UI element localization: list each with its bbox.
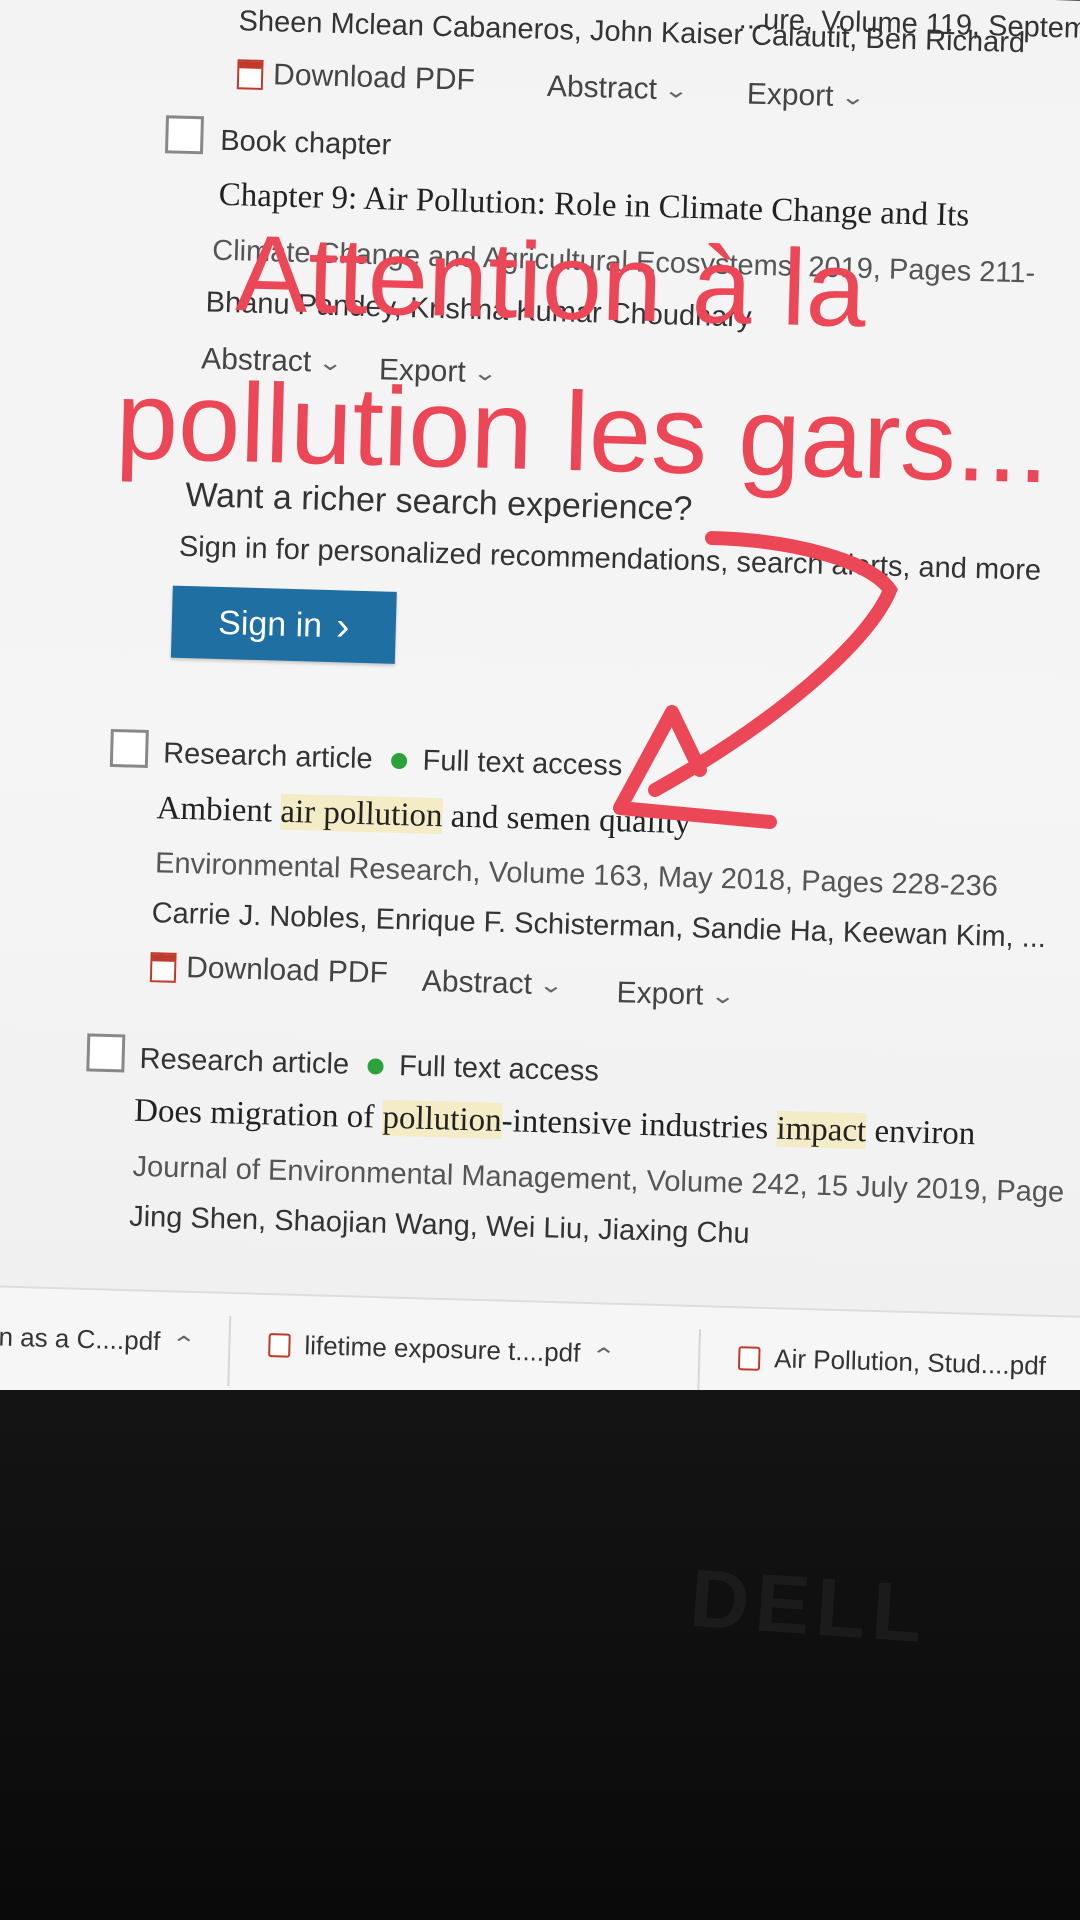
title-text: and semen quality [442,798,692,842]
download-pdf-label: Download PDF [272,58,476,97]
abstract-label: Abstract [421,964,533,1001]
download-filename: n as a C....pdf [0,1321,161,1357]
select-checkbox[interactable] [86,1033,126,1073]
monitor-brand-logo: DELL [687,1552,932,1661]
divider [697,1329,702,1400]
access-label: Full text access [422,744,623,783]
select-checkbox[interactable] [164,115,205,155]
chevron-down-icon: ⌄ [662,77,690,103]
result-title-link[interactable]: Chapter 9: Air Pollution: Role in Climat… [218,177,969,235]
select-checkbox[interactable] [109,728,149,768]
abstract-toggle[interactable]: Abstract ⌄ [200,342,344,380]
sign-in-button[interactable]: Sign in › [170,585,397,664]
title-text: Does migration of [133,1092,383,1136]
result-title-link[interactable]: Ambient air pollution and semen quality [156,790,691,842]
journal-info: Environmental Research, Volume 163, May … [154,847,999,903]
download-pdf-link[interactable]: Download PDF [149,950,389,991]
authors: Carrie J. Nobles, Enrique F. Schisterman… [151,897,1047,955]
pdf-icon [236,59,264,90]
title-text: -intensive industries [501,1103,777,1147]
title-text: environ [865,1113,976,1153]
chevron-up-icon[interactable]: ⌄ [590,1341,617,1368]
pdf-file-icon [268,1332,291,1358]
access-label: Full text access [398,1050,600,1088]
content-type-label: Research article [162,737,374,776]
download-item[interactable]: Air Pollution, Stud....pdf [737,1342,1047,1382]
title-highlight: pollution [381,1099,503,1140]
browser-screen: ...ure, Volume 119, Septembe Sheen Mclea… [0,0,1080,1442]
access-dot-icon [390,753,407,770]
download-filename: lifetime exposure t....pdf [304,1330,581,1368]
content-type-label: Research article [139,1042,350,1081]
sign-in-label: Sign in [217,603,323,645]
journal-info: Climate Change and Agricultural Ecosyste… [211,234,1036,290]
journal-info: Journal of Environmental Management, Vol… [132,1150,1065,1209]
pdf-icon [149,952,177,983]
result-type-line: Research article Full text access [163,737,623,783]
signin-promo-heading: Want a richer search experience? [184,475,693,529]
chevron-down-icon: ⌄ [537,971,565,998]
title-text: Ambient [156,790,281,830]
export-label: Export [616,976,704,1012]
result-title-link[interactable]: Does migration of pollution-intensive in… [134,1093,976,1153]
title-highlight: air pollution [279,793,444,835]
download-filename: Air Pollution, Stud....pdf [773,1343,1047,1381]
content-type-label: Book chapter [219,124,392,162]
access-dot-icon [366,1058,384,1076]
prev-result-export-toggle[interactable]: Export ⌄ [746,77,866,114]
abstract-label: Abstract [200,342,312,379]
abstract-toggle[interactable]: Abstract ⌄ [421,964,564,1003]
result-type-line: Research article Full text access [139,1043,599,1089]
export-toggle[interactable]: Export ⌄ [378,353,499,390]
signin-promo-subtext: Sign in for personalized recommendations… [178,530,1042,587]
chevron-down-icon: ⌄ [471,359,499,386]
download-item[interactable]: lifetime exposure t....pdf ⌄ [268,1329,617,1370]
download-item[interactable]: n as a C....pdf ⌄ [0,1321,197,1358]
prev-result-abstract-toggle[interactable]: Abstract ⌄ [546,69,690,108]
authors: Bhanu Pandey, Krishna Kumar Choudhary [205,286,753,334]
chevron-down-icon: ⌄ [839,84,866,110]
pdf-file-icon [737,1345,761,1371]
chevron-up-icon[interactable]: ⌄ [170,1329,197,1356]
export-label: Export [746,77,834,113]
title-highlight: impact [775,1110,867,1150]
chevron-down-icon: ⌄ [317,349,344,376]
chevron-right-icon: › [335,603,351,649]
authors: Jing Shen, Shaojian Wang, Wei Liu, Jiaxi… [128,1200,751,1250]
export-label: Export [378,353,467,389]
download-pdf-label: Download PDF [185,951,389,990]
export-toggle[interactable]: Export ⌄ [616,976,736,1013]
prev-result-download-pdf[interactable]: Download PDF [236,57,476,98]
divider [227,1315,232,1386]
abstract-label: Abstract [546,69,658,106]
chevron-down-icon: ⌄ [709,982,736,1009]
